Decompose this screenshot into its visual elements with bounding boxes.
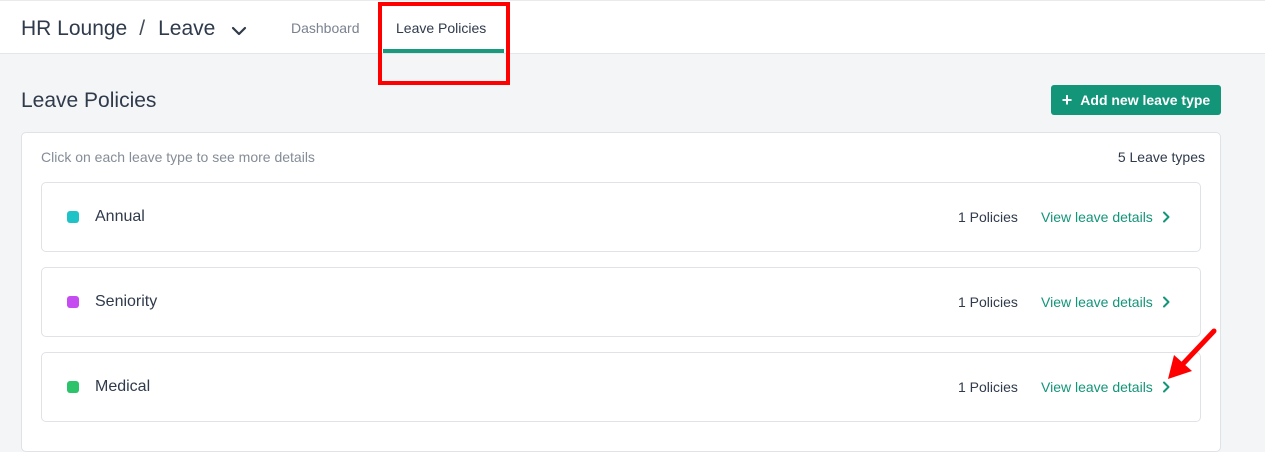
panel-hint: Click on each leave type to see more det… [41,149,315,165]
page-title: Leave Policies [21,89,157,112]
view-leave-details-link[interactable]: View leave details [1041,294,1170,310]
tab-dashboard[interactable]: Dashboard [291,20,360,36]
leave-type-card-seniority[interactable]: Seniority 1 Policies View leave details [41,267,1201,337]
breadcrumb-separator: / [139,17,146,40]
tab-leave-policies[interactable]: Leave Policies [396,20,486,36]
add-leave-type-label: Add new leave type [1080,92,1211,108]
chevron-right-icon [1162,296,1170,308]
breadcrumb: HR Lounge / Leave [21,16,247,42]
top-bar: HR Lounge / Leave Dashboard Leave Polici… [0,0,1265,54]
module-name[interactable]: Leave [158,17,215,41]
add-leave-type-button[interactable]: + Add new leave type [1051,85,1221,115]
leave-color-dot [67,381,79,393]
view-leave-details-label: View leave details [1041,294,1153,310]
plus-icon: + [1061,90,1073,110]
leave-color-dot [67,211,79,223]
view-leave-details-link[interactable]: View leave details [1041,379,1170,395]
leave-type-name: Seniority [95,293,158,310]
leave-type-card-medical[interactable]: Medical 1 Policies View leave details [41,352,1201,422]
chevron-right-icon [1162,211,1170,223]
view-leave-details-label: View leave details [1041,209,1153,225]
leave-type-card-annual[interactable]: Annual 1 Policies View leave details [41,182,1201,252]
leave-type-name: Annual [95,208,145,225]
brand-name[interactable]: HR Lounge [21,17,127,41]
view-leave-details-link[interactable]: View leave details [1041,209,1170,225]
policy-count: 1 Policies [958,379,1018,395]
leave-types-panel: Click on each leave type to see more det… [21,132,1221,452]
policy-count: 1 Policies [958,294,1018,310]
leave-type-name: Medical [95,378,151,395]
policy-count: 1 Policies [958,209,1018,225]
chevron-right-icon [1162,381,1170,393]
view-leave-details-label: View leave details [1041,379,1153,395]
active-tab-indicator [383,49,504,53]
leave-color-dot [67,296,79,308]
chevron-down-icon[interactable] [231,21,247,37]
leave-types-count: 5 Leave types [1117,149,1205,165]
